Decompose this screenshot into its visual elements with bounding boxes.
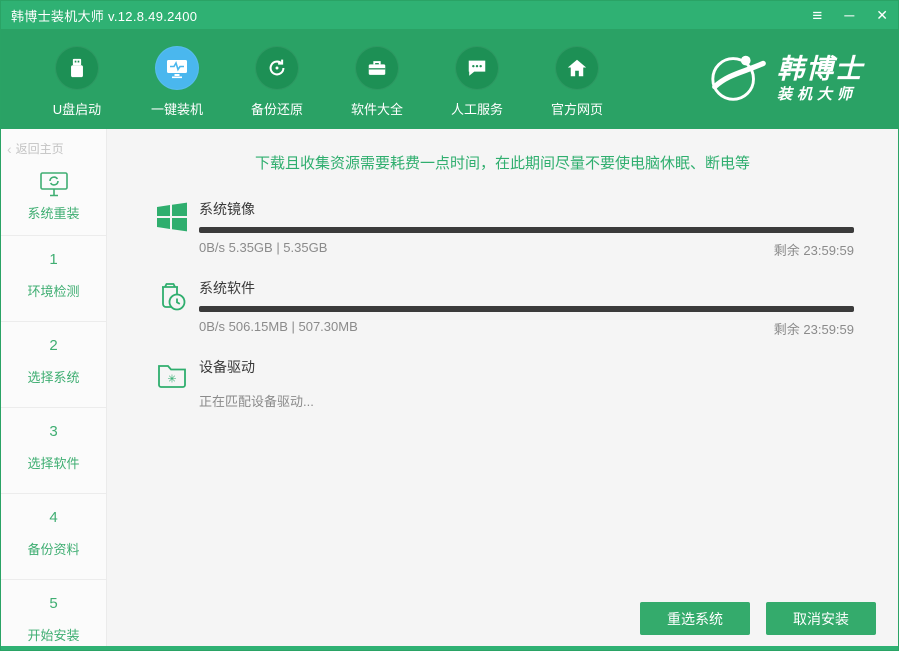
task-row-device-drivers: ✳ 设备驱动 正在匹配设备驱动... [155,357,854,410]
one-key-install-icon [155,46,199,90]
close-button[interactable]: ✕ [876,8,888,22]
back-chevron-icon: ‹ [7,141,12,157]
step-label: 环境检测 [1,281,106,300]
brand-line1: 韩博士 [777,55,864,85]
action-buttons: 重选系统 取消安装 [640,602,876,635]
nav-item-software[interactable]: 软件大全 [327,29,427,129]
sidebar-step-4-backup-data[interactable]: 4 备份资料 [1,494,106,580]
software-package-icon [155,278,191,338]
step-label: 备份资料 [1,539,106,558]
back-home-label: 返回主页 [16,140,64,157]
task-remaining: 剩余 23:59:59 [774,319,854,338]
top-nav: U盘启动 一键装机 备份还原 [1,29,898,129]
window-title: 韩博士装机大师 v.12.8.49.2400 [11,6,197,25]
task-name: 设备驱动 [199,357,854,377]
task-list: 系统镜像 0B/s 5.35GB | 5.35GB 剩余 23:59:59 [107,173,898,410]
titlebar: 韩博士装机大师 v.12.8.49.2400 ≡ ─ ✕ [1,1,898,29]
backup-restore-icon [255,46,299,90]
brand-line2: 装机大师 [777,87,864,104]
task-stats: 0B/s 506.15MB | 507.30MB [199,319,358,338]
task-stats: 0B/s 5.35GB | 5.35GB [199,240,327,259]
svg-text:✳: ✳ [167,374,176,386]
main-content: 下载且收集资源需要耗费一点时间，在此期间尽量不要使电脑休眠、断电等 系统镜像 [107,129,898,648]
task-row-system-software: 系统软件 0B/s 506.15MB | 507.30MB 剩余 23:59:5… [155,278,854,338]
step-number: 1 [1,251,106,268]
progress-bar [199,306,854,312]
sidebar-step-3-select-software[interactable]: 3 选择软件 [1,408,106,494]
minimize-button[interactable]: ─ [844,8,854,22]
nav-item-one-key-install[interactable]: 一键装机 [127,29,227,129]
task-name: 系统软件 [199,278,854,298]
step-label: 选择系统 [1,367,106,386]
step-number: 4 [1,509,106,526]
nav-label: 软件大全 [351,99,403,118]
sidebar-item-system-reinstall[interactable]: 系统重装 [1,165,106,236]
step-number: 5 [1,595,106,612]
step-label: 开始安装 [1,625,106,644]
driver-folder-icon: ✳ [155,357,191,410]
sidebar-step-1-environment[interactable]: 1 环境检测 [1,236,106,322]
download-notice: 下载且收集资源需要耗费一点时间，在此期间尽量不要使电脑休眠、断电等 [107,129,898,173]
menu-button[interactable]: ≡ [812,7,822,24]
progress-bar [199,227,854,233]
sidebar: ‹ 返回主页 系统重装 1 环境检测 2 [1,129,107,648]
window-controls: ≡ ─ ✕ [812,7,888,24]
task-status: 正在匹配设备驱动... [199,391,854,410]
nav-item-backup-restore[interactable]: 备份还原 [227,29,327,129]
official-website-icon [555,46,599,90]
brand-name: 韩博士 装机大师 [777,55,864,103]
nav-item-usb-boot[interactable]: U盘启动 [27,29,127,129]
software-collection-icon [355,46,399,90]
step-number: 2 [1,337,106,354]
monitor-reinstall-icon [38,171,70,198]
usb-icon [55,46,99,90]
sidebar-step-2-select-system[interactable]: 2 选择系统 [1,322,106,408]
bottom-accent-strip [1,646,898,650]
reselect-system-button[interactable]: 重选系统 [640,602,750,635]
nav-label: 人工服务 [451,99,503,118]
step-number: 3 [1,423,106,440]
nav-item-support[interactable]: 人工服务 [427,29,527,129]
nav-label: 官方网页 [551,99,603,118]
brand: 韩博士 装机大师 [707,29,864,129]
step-label: 选择软件 [1,453,106,472]
windows-logo-icon [155,199,191,259]
nav-label: U盘启动 [53,99,101,118]
support-chat-icon [455,46,499,90]
nav-item-website[interactable]: 官方网页 [527,29,627,129]
sidebar-step-5-start-install[interactable]: 5 开始安装 [1,580,106,651]
task-name: 系统镜像 [199,199,854,219]
nav-label: 一键装机 [151,99,203,118]
task-row-system-image: 系统镜像 0B/s 5.35GB | 5.35GB 剩余 23:59:59 [155,199,854,259]
nav-label: 备份还原 [251,99,303,118]
sidebar-current-label: 系统重装 [27,206,79,221]
window-body: ‹ 返回主页 系统重装 1 环境检测 2 [1,129,898,648]
task-remaining: 剩余 23:59:59 [774,240,854,259]
back-home-link[interactable]: ‹ 返回主页 [1,129,106,165]
cancel-install-button[interactable]: 取消安装 [766,602,876,635]
brand-logo-icon [707,50,769,109]
app-window: 韩博士装机大师 v.12.8.49.2400 ≡ ─ ✕ U盘启动 [0,0,899,651]
